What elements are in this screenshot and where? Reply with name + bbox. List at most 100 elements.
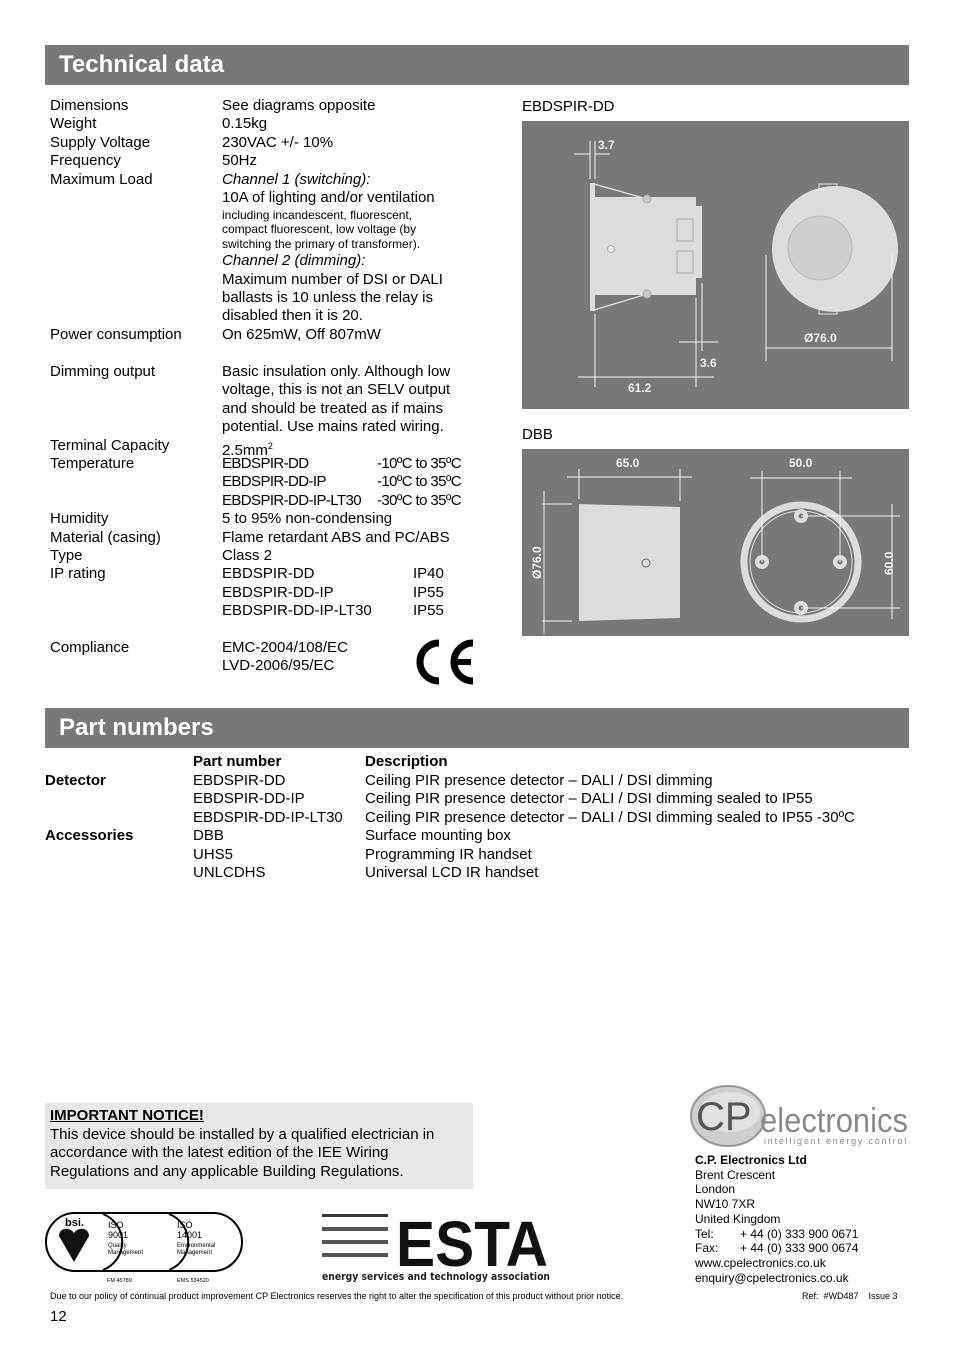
temp-model: EBDSPIR-DD <box>222 455 309 472</box>
diagram-label-dbb: DBB <box>522 426 553 443</box>
page-number: 12 <box>50 1308 67 1325</box>
row-part: UNLCDHS <box>193 864 266 881</box>
telephone: Tel: + 44 (0) 333 900 0671 <box>695 1227 858 1242</box>
spec-label-terminal: Terminal Capacity <box>50 436 170 454</box>
spec-label-temperature: Temperature <box>50 455 135 472</box>
temp-range: -10ºC to 35ºC <box>377 473 462 491</box>
flange <box>590 183 595 311</box>
spec-value-humidity: 5 to 95% non-condensing <box>222 510 393 528</box>
notice-line: accordance with the latest edition of th… <box>50 1144 389 1161</box>
row-group: Detector <box>45 771 106 789</box>
iso-text: Management <box>108 1250 143 1256</box>
spec-label-humidity: Humidity <box>50 510 109 528</box>
channel2-line: ballasts is 10 unless the relay is <box>222 289 433 306</box>
diagram-label-ebdspir: EBDSPIR-DD <box>522 98 615 115</box>
website-link[interactable]: www.cpelectronics.co.uk <box>695 1256 858 1271</box>
spec-value-material: Flame retardant ABS and PC/ABS <box>222 528 450 546</box>
iso-text: Quality <box>108 1243 127 1249</box>
header-description: Description <box>365 753 448 770</box>
row-desc: Universal LCD IR handset <box>365 864 539 881</box>
cert-number: FM 45789 <box>107 1278 132 1284</box>
spec-value-weight: 0.15kg <box>222 115 268 133</box>
address-line: United Kingdom <box>695 1211 781 1226</box>
spec-label-ip-rating: IP rating <box>50 565 106 583</box>
channel1-main: 10A of lighting and/or ventilation <box>222 189 435 206</box>
spec-value-dimensions: See diagrams opposite <box>222 97 376 114</box>
iso-text: Environmental <box>177 1243 215 1249</box>
box-side <box>579 504 680 621</box>
cp-electronics-logo: CP electronics intelligent energy contro… <box>690 1082 912 1150</box>
dim-diameter: Ø76.0 <box>804 331 837 345</box>
temp-model: EBDSPIR-DD-IP-LT30 <box>222 491 362 509</box>
spec-label-compliance: Compliance <box>50 639 130 656</box>
dimming-output-line: voltage, this is not an SELV output <box>222 381 451 399</box>
dim-box-diameter: Ø76.0 <box>530 546 544 579</box>
cert-number: EMS 534520 <box>177 1278 209 1284</box>
footer-disclaimer: Due to our policy of continual product i… <box>50 1291 624 1301</box>
spring-clip <box>593 183 648 200</box>
row-part: EBDSPIR-DD-IP <box>193 790 305 807</box>
row-desc: Ceiling PIR presence detector – DALI / D… <box>365 790 813 807</box>
spring-clip <box>593 293 648 311</box>
dim-lip: 3.6 <box>700 356 717 370</box>
tel-label: Tel: <box>695 1226 714 1241</box>
iso-text: 14001 <box>177 1230 202 1240</box>
spec-label-weight: Weight <box>50 115 97 133</box>
esta-logo: ESTA energy services and technology asso… <box>322 1208 552 1286</box>
front-view <box>772 183 898 315</box>
spec-label-material: Material (casing) <box>50 528 161 546</box>
row-part: UHS5 <box>193 845 234 863</box>
company-name: C.P. Electronics Ltd <box>695 1153 807 1167</box>
ip-value: IP55 <box>413 583 444 601</box>
channel2-line: Maximum number of DSI or DALI <box>222 270 443 288</box>
spec-value-supply-voltage: 230VAC +/- 10% <box>222 133 334 151</box>
ip-value: IP55 <box>413 602 444 620</box>
tel-number: + 44 (0) 333 900 0671 <box>740 1226 859 1241</box>
dimming-output-line: Basic insulation only. Although low <box>222 363 451 380</box>
cp-letters: CP <box>696 1095 752 1139</box>
company-address: C.P. Electronics Ltd Brent Crescent Lond… <box>695 1153 858 1285</box>
spec-value-power: On 625mW, Off 807mW <box>222 325 381 343</box>
channel1-note: including incandescent, fluorescent, <box>222 207 413 222</box>
ip-model: EBDSPIR-DD-IP <box>222 583 334 601</box>
header-part-number: Part number <box>193 753 282 770</box>
compliance-line: EMC-2004/108/EC <box>222 639 348 656</box>
side-view <box>590 183 702 311</box>
temp-range: -10ºC to 35ºC <box>377 455 462 472</box>
spec-label-dimming-output: Dimming output <box>50 363 156 380</box>
ip-value: IP40 <box>413 565 444 583</box>
dimming-output-line: potential. Use mains rated wiring. <box>222 418 444 436</box>
row-part: EBDSPIR-DD-IP-LT30 <box>193 808 343 826</box>
notice-line: Regulations and any applicable Building … <box>50 1162 404 1180</box>
email-link[interactable]: enquiry@cpelectronics.co.uk <box>695 1271 858 1286</box>
ebdspir-dimension-diagram: 3.7 3.6 61.2 Ø76.0 <box>522 121 909 409</box>
spec-label-dimensions: Dimensions <box>50 97 129 114</box>
ip-model: EBDSPIR-DD-IP-LT30 <box>222 602 372 620</box>
channel1-title: Channel 1 (switching): <box>222 170 371 188</box>
important-notice: IMPORTANT NOTICE! This device should be … <box>45 1103 473 1189</box>
screw <box>607 245 615 253</box>
clip-pivot <box>642 194 652 204</box>
spec-label-type: Type <box>50 547 83 564</box>
spec-value-type: Class 2 <box>222 547 273 564</box>
esta-brand: ESTA <box>396 1210 548 1280</box>
cp-tagline: intelligent energy control <box>764 1136 908 1146</box>
clip-pivot <box>642 289 652 299</box>
row-desc: Programming IR handset <box>365 845 532 863</box>
fax-label: Fax: <box>695 1241 719 1256</box>
document-reference: Ref: #WD487 Issue 3 <box>802 1291 898 1301</box>
pir-lens <box>787 215 853 281</box>
bsi-iso-logo: bsi. ISO 9001 Quality Management ISO 140… <box>45 1210 245 1286</box>
electronics-word: electronics <box>760 1102 908 1140</box>
dim-depth: 61.2 <box>628 381 652 395</box>
iso-text: ISO <box>108 1220 124 1230</box>
box-top-dims <box>750 471 900 619</box>
spec-label-supply-voltage: Supply Voltage <box>50 133 151 151</box>
iso-text: ISO <box>177 1220 193 1230</box>
compliance-line: LVD-2006/95/EC <box>222 657 335 675</box>
dimming-output-line: and should be treated as if mains <box>222 399 443 417</box>
terminal-sup: 2 <box>267 440 273 451</box>
row-part: DBB <box>193 827 224 844</box>
row-part: EBDSPIR-DD <box>193 771 286 789</box>
ip-model: EBDSPIR-DD <box>222 565 315 583</box>
